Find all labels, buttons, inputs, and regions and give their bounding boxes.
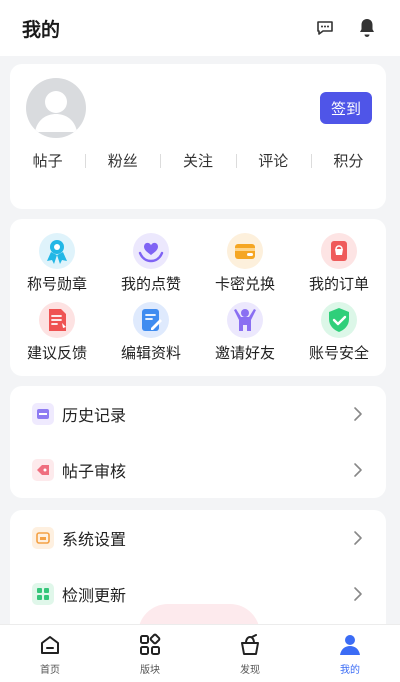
discover-icon (237, 632, 263, 658)
tab-discover[interactable]: 发现 (200, 625, 300, 682)
profile-card: 签到 帖子 粉丝 关注 评论 积分 (10, 64, 386, 209)
feature-edit-profile[interactable]: 编辑资料 (104, 300, 198, 363)
user-icon (337, 632, 363, 658)
review-tag-icon (32, 459, 54, 481)
feature-label: 建议反馈 (26, 344, 87, 362)
chevron-right-icon (350, 462, 366, 478)
page-title: 我的 (22, 18, 61, 41)
order-icon (316, 231, 362, 271)
tab-label: 首页 (40, 665, 60, 676)
records-list-card: 历史记录 帖子审核 (10, 386, 386, 498)
feature-label: 编辑资料 (120, 344, 181, 362)
feature-label: 我的订单 (308, 275, 369, 293)
feedback-doc-icon (34, 300, 80, 340)
list-item-label: 检测更新 (62, 586, 127, 605)
tab-label: 我的 (340, 665, 360, 676)
list-item-post-review[interactable]: 帖子审核 (10, 442, 386, 498)
tab-mine[interactable]: 我的 (300, 625, 400, 682)
message-icon[interactable] (314, 17, 336, 39)
list-item-label: 历史记录 (62, 406, 127, 425)
chevron-right-icon (350, 586, 366, 602)
bottom-tab-bar: 首页 版块 发现 我的 (0, 624, 400, 682)
feature-label: 账号安全 (308, 344, 369, 362)
stat-fans[interactable]: 粉丝 (85, 150, 160, 171)
tab-sections[interactable]: 版块 (100, 625, 200, 682)
feature-grid-card: 称号勋章 我的点赞 卡密兑换 我的订单 建议反馈 编辑资料 邀请好友 账号安全 (10, 219, 386, 376)
stat-comments[interactable]: 评论 (235, 150, 311, 171)
person-raise-icon (222, 300, 268, 340)
checkin-button[interactable]: 签到 (320, 92, 372, 124)
heart-hands-icon (128, 231, 174, 271)
home-icon (37, 632, 63, 658)
medal-icon (34, 231, 80, 271)
list-item-history[interactable]: 历史记录 (10, 386, 386, 442)
chevron-right-icon (350, 406, 366, 422)
bell-icon[interactable] (356, 17, 378, 39)
top-bar: 我的 (0, 0, 400, 56)
feature-label: 邀请好友 (214, 344, 275, 362)
feature-grid: 称号勋章 我的点赞 卡密兑换 我的订单 建议反馈 编辑资料 邀请好友 账号安全 (10, 219, 386, 363)
update-grid-icon (32, 583, 54, 605)
feature-label: 我的点赞 (120, 275, 181, 293)
shield-check-icon (316, 300, 362, 340)
feature-account-security[interactable]: 账号安全 (292, 300, 386, 363)
feature-my-orders[interactable]: 我的订单 (292, 231, 386, 294)
feature-my-likes[interactable]: 我的点赞 (104, 231, 198, 294)
feature-label: 卡密兑换 (214, 275, 275, 293)
tab-home[interactable]: 首页 (0, 625, 100, 682)
settings-window-icon (32, 527, 54, 549)
stat-posts[interactable]: 帖子 (10, 150, 85, 171)
feature-feedback[interactable]: 建议反馈 (10, 300, 104, 363)
list-item-system-settings[interactable]: 系统设置 (10, 510, 386, 566)
stat-following[interactable]: 关注 (160, 150, 235, 171)
feature-card-redeem[interactable]: 卡密兑换 (198, 231, 292, 294)
feature-titles-medals[interactable]: 称号勋章 (10, 231, 104, 294)
stat-points[interactable]: 积分 (310, 150, 386, 171)
chevron-right-icon (350, 530, 366, 546)
feature-label: 称号勋章 (26, 275, 87, 293)
list-item-label: 帖子审核 (62, 462, 127, 481)
profile-stats: 帖子 粉丝 关注 评论 积分 (10, 150, 386, 171)
history-icon (32, 403, 54, 425)
tab-label: 发现 (240, 665, 260, 676)
tab-label: 版块 (140, 665, 160, 676)
edit-doc-icon (128, 300, 174, 340)
sections-icon (137, 632, 163, 658)
list-item-label: 系统设置 (62, 530, 127, 549)
avatar[interactable] (26, 78, 86, 138)
feature-invite-friends[interactable]: 邀请好友 (198, 300, 292, 363)
header-actions (314, 17, 378, 39)
wallet-icon (222, 231, 268, 271)
